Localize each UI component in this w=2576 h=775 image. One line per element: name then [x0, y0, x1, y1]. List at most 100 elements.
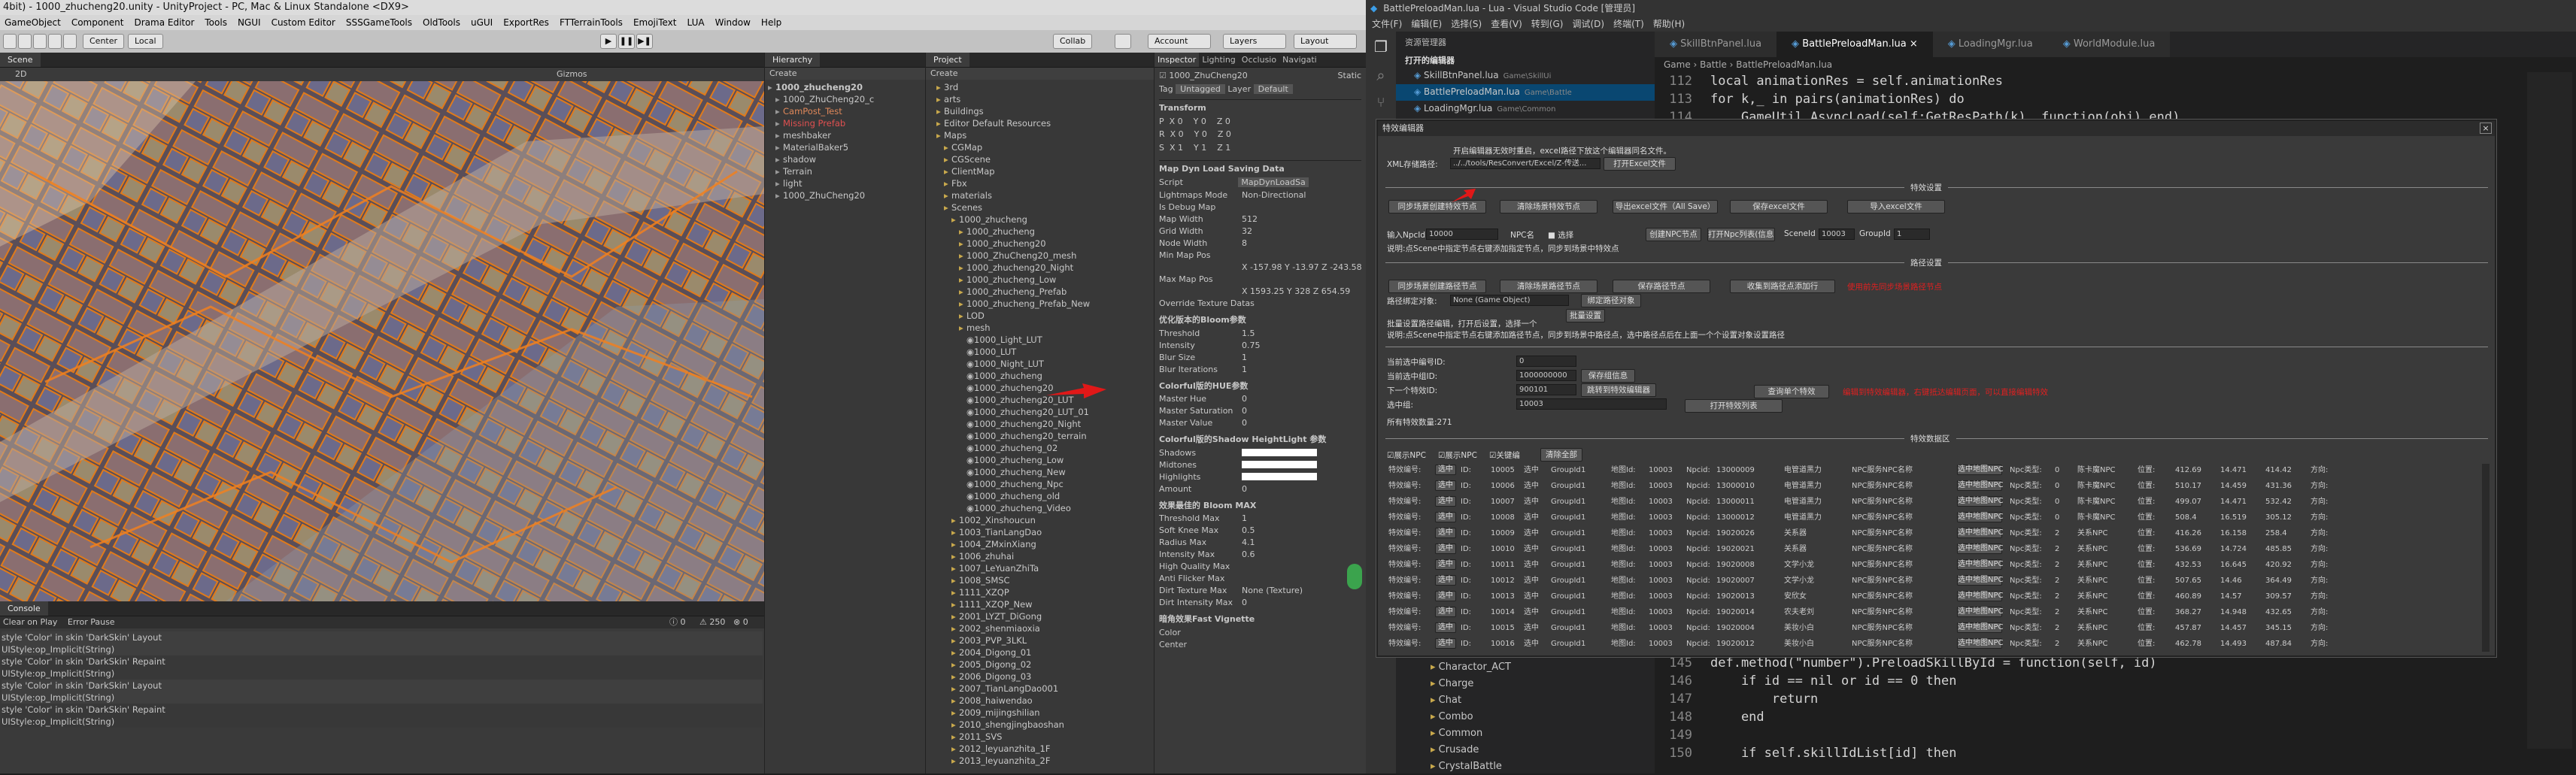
field-value[interactable]: 4.1	[1242, 536, 1255, 548]
field-value[interactable]: 0.75	[1242, 339, 1261, 351]
inspector-field[interactable]: Radius Max 4.1	[1159, 536, 1361, 548]
project-item[interactable]: ▸ 2011_SVS	[929, 731, 1151, 743]
open-file-item[interactable]: ◈ SkillBtnPanel.lua Game\SkillUi	[1396, 68, 1655, 84]
project-item[interactable]: ▸ 1000_zhucheng_Prefab	[929, 286, 1151, 298]
field-value[interactable]	[1242, 460, 1317, 468]
green-scroll-handle[interactable]	[1347, 564, 1362, 589]
close-icon[interactable]: ×	[2480, 123, 2492, 134]
project-item[interactable]: ▸ 1008_SMSC	[929, 574, 1151, 586]
code-line[interactable]: 149	[1655, 726, 2157, 744]
project-item[interactable]: ◉1000_zhucheng20	[929, 382, 1151, 394]
files-icon[interactable]: ❐	[1366, 38, 1396, 56]
code-line[interactable]: 150 if self.skillIdList[id] then	[1655, 744, 2157, 762]
rotation-row[interactable]: R X 0 Y 0 Z 0	[1159, 128, 1361, 141]
table-row[interactable]: 特效编号: 选中 ID: 10009 选中 GroupId 1 地图Id: 10003 Npcid…	[1385, 527, 2483, 540]
inspector-field[interactable]: Dirt Intensity Max 0	[1159, 596, 1361, 608]
project-item[interactable]: ▸ 1000_ZhuCheng20_mesh	[929, 250, 1151, 262]
field-value[interactable]: 0	[1242, 404, 1247, 416]
next-id-field[interactable]: 900101	[1516, 384, 1576, 395]
field-value[interactable]: X -157.98 Y -13.97 Z -243.58	[1242, 261, 1361, 273]
vscode-menu-item[interactable]: 查看(V)	[1491, 17, 1522, 32]
project-item[interactable]: ▸ Scenes	[929, 201, 1151, 213]
hierarchy-item[interactable]: ▸ MaterialBaker5	[768, 141, 922, 153]
vscode-menu-item[interactable]: 编辑(E)	[1411, 17, 1442, 32]
inspector-field[interactable]: High Quality Max	[1159, 560, 1361, 572]
row-select-button[interactable]: 选中地图NPC	[1957, 575, 2004, 586]
unity-menu-item[interactable]: Drama Editor	[134, 15, 194, 30]
project-create-button[interactable]: Create	[926, 68, 1154, 80]
layout-dropdown[interactable]: Layout	[1294, 34, 1357, 49]
table-row[interactable]: 特效编号: 选中 ID: 10013 选中 GroupId 1 地图Id: 10003 Npcid…	[1385, 590, 2483, 603]
jump-effect-editor-button[interactable]: 跳转到特效编辑器	[1581, 383, 1656, 397]
editor-tab[interactable]: ◈ WorldModule.lua	[2047, 32, 2171, 57]
console-line[interactable]: UIStyle:op_Implicit(String)	[2, 643, 763, 655]
unity-menu-item[interactable]: EmojiText	[633, 15, 677, 30]
batch-set-button[interactable]: 批量设置	[1566, 309, 1605, 322]
inspector-field[interactable]: Threshold Max 1	[1159, 512, 1361, 524]
row-select-button[interactable]: 选中	[1435, 512, 1456, 522]
rotate-tool-icon[interactable]	[33, 34, 47, 49]
expand-arrow-icon[interactable]: ▸	[775, 117, 783, 129]
vscode-menu-item[interactable]: 帮助(H)	[1653, 17, 1685, 32]
console-line[interactable]: UIStyle:op_Implicit(String)	[2, 716, 763, 728]
table-row[interactable]: 特效编号: 选中 ID: 10005 选中 GroupId 1 地图Id: 10003 Npcid…	[1385, 464, 2483, 477]
warning-count[interactable]: ⚠ 250	[699, 616, 725, 628]
inspector-field[interactable]: Intensity 0.75	[1159, 339, 1361, 351]
scene-id-field[interactable]: 10003	[1819, 229, 1855, 240]
inspector-field[interactable]: Blur Size 1	[1159, 351, 1361, 363]
open-npc-list-button[interactable]: 打开Npc列表(信息)	[1707, 228, 1775, 241]
project-item[interactable]: ▸ CGScene	[929, 153, 1151, 165]
current-id-field[interactable]: 0	[1516, 356, 1576, 367]
mapdyn-header[interactable]: Map Dyn Load Saving Data	[1159, 160, 1361, 176]
step-icon[interactable]: ▶❚	[636, 34, 653, 49]
table-row[interactable]: 特效编号: 选中 ID: 10012 选中 GroupId 1 地图Id: 10003 Npcid…	[1385, 574, 2483, 587]
field-value[interactable]: 1.5	[1242, 327, 1255, 339]
object-name[interactable]: 1000_ZhuCheng20	[1169, 71, 1247, 80]
row-select-button[interactable]: 选中地图NPC	[1957, 559, 2004, 570]
expand-arrow-icon[interactable]: ▸	[775, 129, 783, 141]
table-row[interactable]: 特效编号: 选中 ID: 10010 选中 GroupId 1 地图Id: 10003 Npcid…	[1385, 543, 2483, 556]
row-select-button[interactable]: 选中地图NPC	[1957, 480, 2004, 491]
tab-hierarchy[interactable]: Hierarchy	[765, 53, 821, 67]
project-item[interactable]: ▸ 1000_zhucheng20_Night	[929, 262, 1151, 274]
unity-menu-item[interactable]: Tools	[205, 15, 227, 30]
tab-inspector-3[interactable]: Navigati	[1279, 53, 1320, 67]
console-line[interactable]: UIStyle:op_Implicit(String)	[2, 692, 763, 704]
project-item[interactable]: ▸ materials	[929, 189, 1151, 201]
current-group-field[interactable]: 1000000000	[1516, 370, 1576, 381]
hierarchy-item[interactable]: ▸ 1000_ZhuCheng20	[768, 189, 922, 201]
inspector-field[interactable]: Min Map Pos	[1159, 249, 1361, 261]
hierarchy-item[interactable]: ▸ shadow	[768, 153, 922, 165]
project-item[interactable]: ▸ 3rd	[929, 81, 1151, 93]
row-select-button[interactable]: 选中	[1435, 591, 1456, 601]
project-item[interactable]: ▸ 1000_zhucheng_Prefab_New	[929, 298, 1151, 310]
field-value[interactable]: 0	[1242, 392, 1247, 404]
project-item[interactable]: ▸ mesh	[929, 322, 1151, 334]
table-row[interactable]: 特效编号: 选中 ID: 10007 选中 GroupId 1 地图Id: 10003 Npcid…	[1385, 495, 2483, 508]
open-editors-header[interactable]: 打开的编辑器	[1396, 53, 1655, 68]
hierarchy-item[interactable]: ▸ Missing Prefab	[768, 117, 922, 129]
folder-item[interactable]: ▸ Charactor_ACT	[1403, 659, 1511, 676]
account-dropdown[interactable]: Account	[1148, 34, 1211, 49]
open-excel-button[interactable]: 打开Excel文件	[1604, 157, 1676, 171]
project-item[interactable]: ▸ Fbx	[929, 177, 1151, 189]
vscode-menu-item[interactable]: 终端(T)	[1613, 17, 1644, 32]
project-item[interactable]: ▸ 2001_LYZT_DiGong	[929, 610, 1151, 622]
table-row[interactable]: 特效编号: 选中 ID: 10016 选中 GroupId 1 地图Id: 10003 Npcid…	[1385, 637, 2483, 650]
shadow-fields[interactable]: Shadows Midtones Highlights Amount 0	[1159, 447, 1361, 495]
hierarchy-item[interactable]: ▸ 1000_zhucheng20	[768, 81, 922, 93]
layer-dropdown[interactable]: Default	[1253, 84, 1293, 94]
folder-item[interactable]: ▸ Charge	[1403, 676, 1511, 692]
clear-all-button[interactable]: 清除全部	[1540, 448, 1582, 462]
project-item[interactable]: ▸ ClientMap	[929, 165, 1151, 177]
project-item[interactable]: ▸ 1000_zhucheng	[929, 226, 1151, 238]
inspector-field[interactable]: Amount 0	[1159, 483, 1361, 495]
inspector-field[interactable]: X 1593.25 Y 328 Z 654.59	[1159, 285, 1361, 297]
field-value[interactable]: None (Texture)	[1242, 584, 1303, 596]
error-count[interactable]: ⊗ 0	[733, 616, 748, 628]
expand-arrow-icon[interactable]: ▸	[775, 141, 783, 153]
hierarchy-item[interactable]: ▸ 1000_ZhuCheng20_c	[768, 93, 922, 105]
project-item[interactable]: ▸ 1002_Xinshoucun	[929, 514, 1151, 526]
project-item[interactable]: ▸ arts	[929, 93, 1151, 105]
folder-item[interactable]: ▸ Combo	[1403, 709, 1511, 725]
